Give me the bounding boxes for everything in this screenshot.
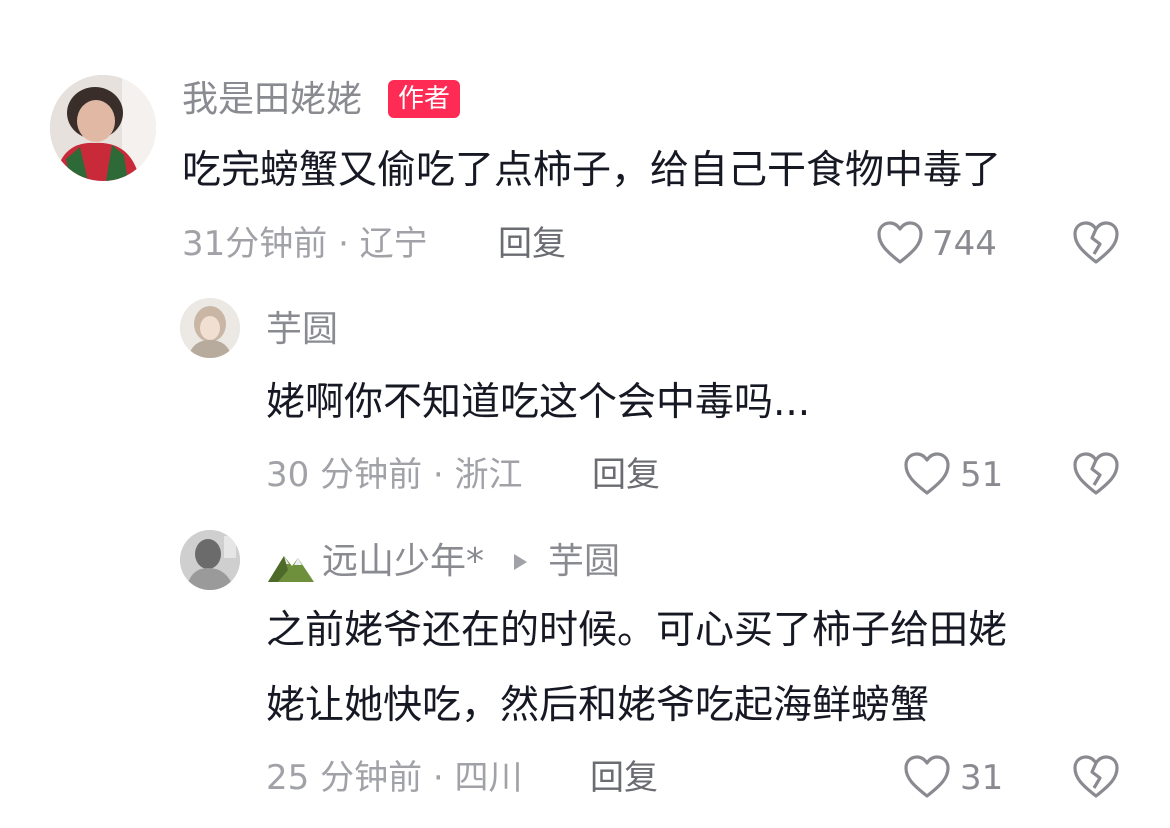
heart-outline-icon[interactable] [903, 754, 951, 800]
mountain-icon [268, 556, 314, 582]
like-count: 51 [960, 455, 1004, 495]
reply-arrow-icon [514, 554, 527, 570]
heart-outline-icon[interactable] [955, 0, 995, 4]
reply-button[interactable]: 回复 [590, 758, 658, 798]
comment-text: 吃完螃蟹又偷吃了点柿子，给自己干食物中毒了 [182, 148, 1002, 193]
broken-heart-icon[interactable] [1072, 754, 1120, 800]
comment-text: 姥啊你不知道吃这个会中毒吗... [266, 380, 811, 425]
comment-time-location: 31分钟前 · 辽宁 [182, 224, 428, 264]
username[interactable]: 芋圆 [266, 310, 338, 350]
heart-outline-icon[interactable] [876, 220, 924, 266]
comment-time-location: 25 分钟前 · 四川 [266, 758, 523, 798]
comment-time-location: 30 分钟前 · 浙江 [266, 455, 523, 495]
broken-heart-icon[interactable] [1072, 451, 1120, 497]
avatar[interactable] [50, 75, 156, 181]
broken-heart-icon[interactable] [1072, 220, 1120, 266]
avatar[interactable] [180, 530, 240, 590]
like-count: 744 [932, 224, 997, 264]
author-badge: 作者 [388, 80, 461, 118]
username[interactable]: 我是田姥姥 [182, 80, 362, 120]
heart-outline-icon[interactable] [903, 451, 951, 497]
reply-button[interactable]: 回复 [498, 224, 566, 264]
like-count: 31 [960, 758, 1004, 798]
username[interactable]: 远山少年* [322, 542, 484, 582]
reply-to-username[interactable]: 芋圆 [548, 542, 620, 582]
comment-text-line-1: 之前姥爷还在的时候。可心买了柿子给田姥 [266, 608, 1008, 653]
avatar[interactable] [180, 298, 240, 358]
reply-button[interactable]: 回复 [592, 455, 660, 495]
comment-text-line-2: 姥让她快吃，然后和姥爷吃起海鲜螃蟹 [266, 683, 930, 728]
broken-heart-icon[interactable] [1075, 0, 1115, 4]
